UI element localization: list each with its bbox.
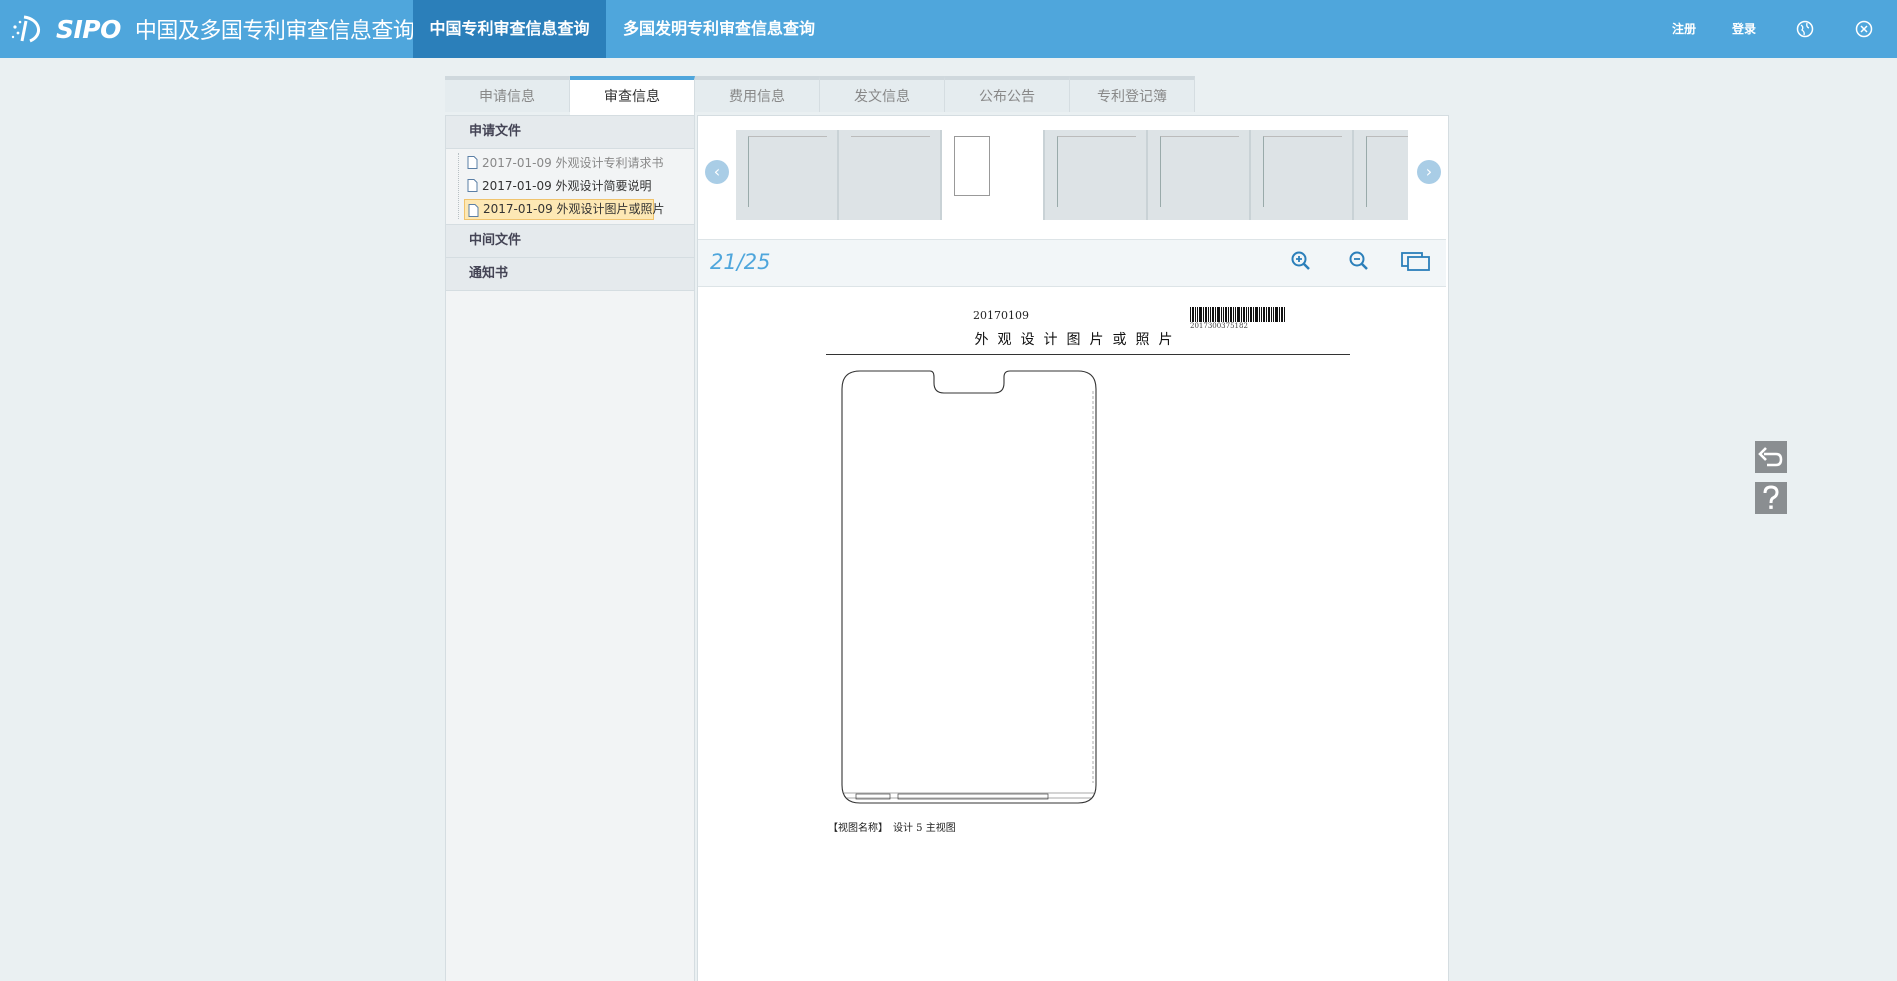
document-icon xyxy=(467,156,478,169)
thumbnails xyxy=(736,130,1408,220)
tab-examination-info[interactable]: 审查信息 xyxy=(570,76,695,115)
back-button[interactable] xyxy=(1755,441,1787,473)
section-notices[interactable]: 通知书 xyxy=(446,258,694,291)
logo-brand: SIPO xyxy=(56,14,121,44)
tree-guide-line xyxy=(458,153,460,219)
thumbnail-current[interactable] xyxy=(942,130,1043,220)
doc-item-brief-description[interactable]: 2017-01-09 外观设计简要说明 xyxy=(464,175,694,198)
thumbnail-strip: ‹ › xyxy=(698,116,1446,240)
tab-publication[interactable]: 公布公告 xyxy=(945,76,1070,112)
help-icon xyxy=(1763,485,1779,509)
document-icon xyxy=(467,179,478,192)
tab-fee-info[interactable]: 费用信息 xyxy=(695,76,820,112)
prev-thumbnails-button[interactable]: ‹ xyxy=(705,160,729,184)
thumbnail[interactable] xyxy=(1148,130,1249,220)
thumbnail[interactable] xyxy=(1251,130,1352,220)
nav-multi-country-patent[interactable]: 多国发明专利审查信息查询 xyxy=(606,0,832,58)
doc-item-label: 2017-01-09 外观设计图片或照片 xyxy=(483,202,665,216)
close-icon[interactable] xyxy=(1855,20,1873,38)
barcode-image xyxy=(1190,307,1285,322)
doc-divider xyxy=(826,354,1350,355)
thumbnail[interactable] xyxy=(736,130,837,220)
tab-dispatch-info[interactable]: 发文信息 xyxy=(820,76,945,112)
nav-china-patent[interactable]: 中国专利审查信息查询 xyxy=(413,0,606,58)
register-link[interactable]: 注册 xyxy=(1672,0,1696,58)
document-page: 20170109 2017300375182 外观设计图片或照片 【视图名称】 … xyxy=(698,287,1446,981)
thumbnail[interactable] xyxy=(1354,130,1408,220)
globe-icon[interactable] xyxy=(1796,20,1814,38)
zoom-in-icon[interactable] xyxy=(1290,250,1312,272)
help-button[interactable] xyxy=(1755,482,1787,514)
thumbnail[interactable] xyxy=(839,130,940,220)
doc-item-request[interactable]: 2017-01-09 外观设计专利请求书 xyxy=(464,152,694,175)
top-header: SIPO 中国及多国专利审查信息查询 中国专利审查信息查询 多国发明专利审查信息… xyxy=(0,0,1897,58)
next-thumbnails-button[interactable]: › xyxy=(1417,160,1441,184)
application-files-list: 2017-01-09 外观设计专利请求书 2017-01-09 外观设计简要说明… xyxy=(446,149,694,224)
doc-item-label: 2017-01-09 外观设计专利请求书 xyxy=(482,156,664,170)
viewer-toolbar: 21/25 xyxy=(698,240,1446,287)
login-link[interactable]: 登录 xyxy=(1732,0,1756,58)
doc-caption: 【视图名称】 设计 5 主视图 xyxy=(828,823,956,834)
sipo-logo-icon xyxy=(11,15,40,43)
doc-date: 20170109 xyxy=(973,309,1029,322)
doc-title: 外观设计图片或照片 xyxy=(974,332,1182,348)
doc-item-label: 2017-01-09 外观设计简要说明 xyxy=(482,179,652,193)
tab-application-info[interactable]: 申请信息 xyxy=(445,76,570,112)
document-icon xyxy=(468,204,479,217)
back-icon xyxy=(1758,447,1783,467)
document-tree-panel: 申请文件 2017-01-09 外观设计专利请求书 2017-01-09 外观设… xyxy=(445,115,695,981)
section-application-files[interactable]: 申请文件 xyxy=(446,116,694,149)
logo-title: 中国及多国专利审查信息查询 xyxy=(134,19,415,44)
phone-front-view-drawing xyxy=(841,370,1097,804)
site-logo[interactable]: SIPO 中国及多国专利审查信息查询 xyxy=(10,8,415,50)
fit-window-icon[interactable] xyxy=(1401,250,1431,272)
document-viewer: ‹ › 21/25 20170109 2017300375182 外观设计图片或… xyxy=(697,115,1449,981)
thumbnail[interactable] xyxy=(1045,130,1146,220)
doc-item-images[interactable]: 2017-01-09 外观设计图片或照片 xyxy=(464,199,665,220)
page-indicator: 21/25 xyxy=(710,250,771,274)
tab-patent-register[interactable]: 专利登记簿 xyxy=(1070,76,1195,112)
section-intermediate-files[interactable]: 中间文件 xyxy=(446,224,694,258)
zoom-out-icon[interactable] xyxy=(1348,250,1370,272)
